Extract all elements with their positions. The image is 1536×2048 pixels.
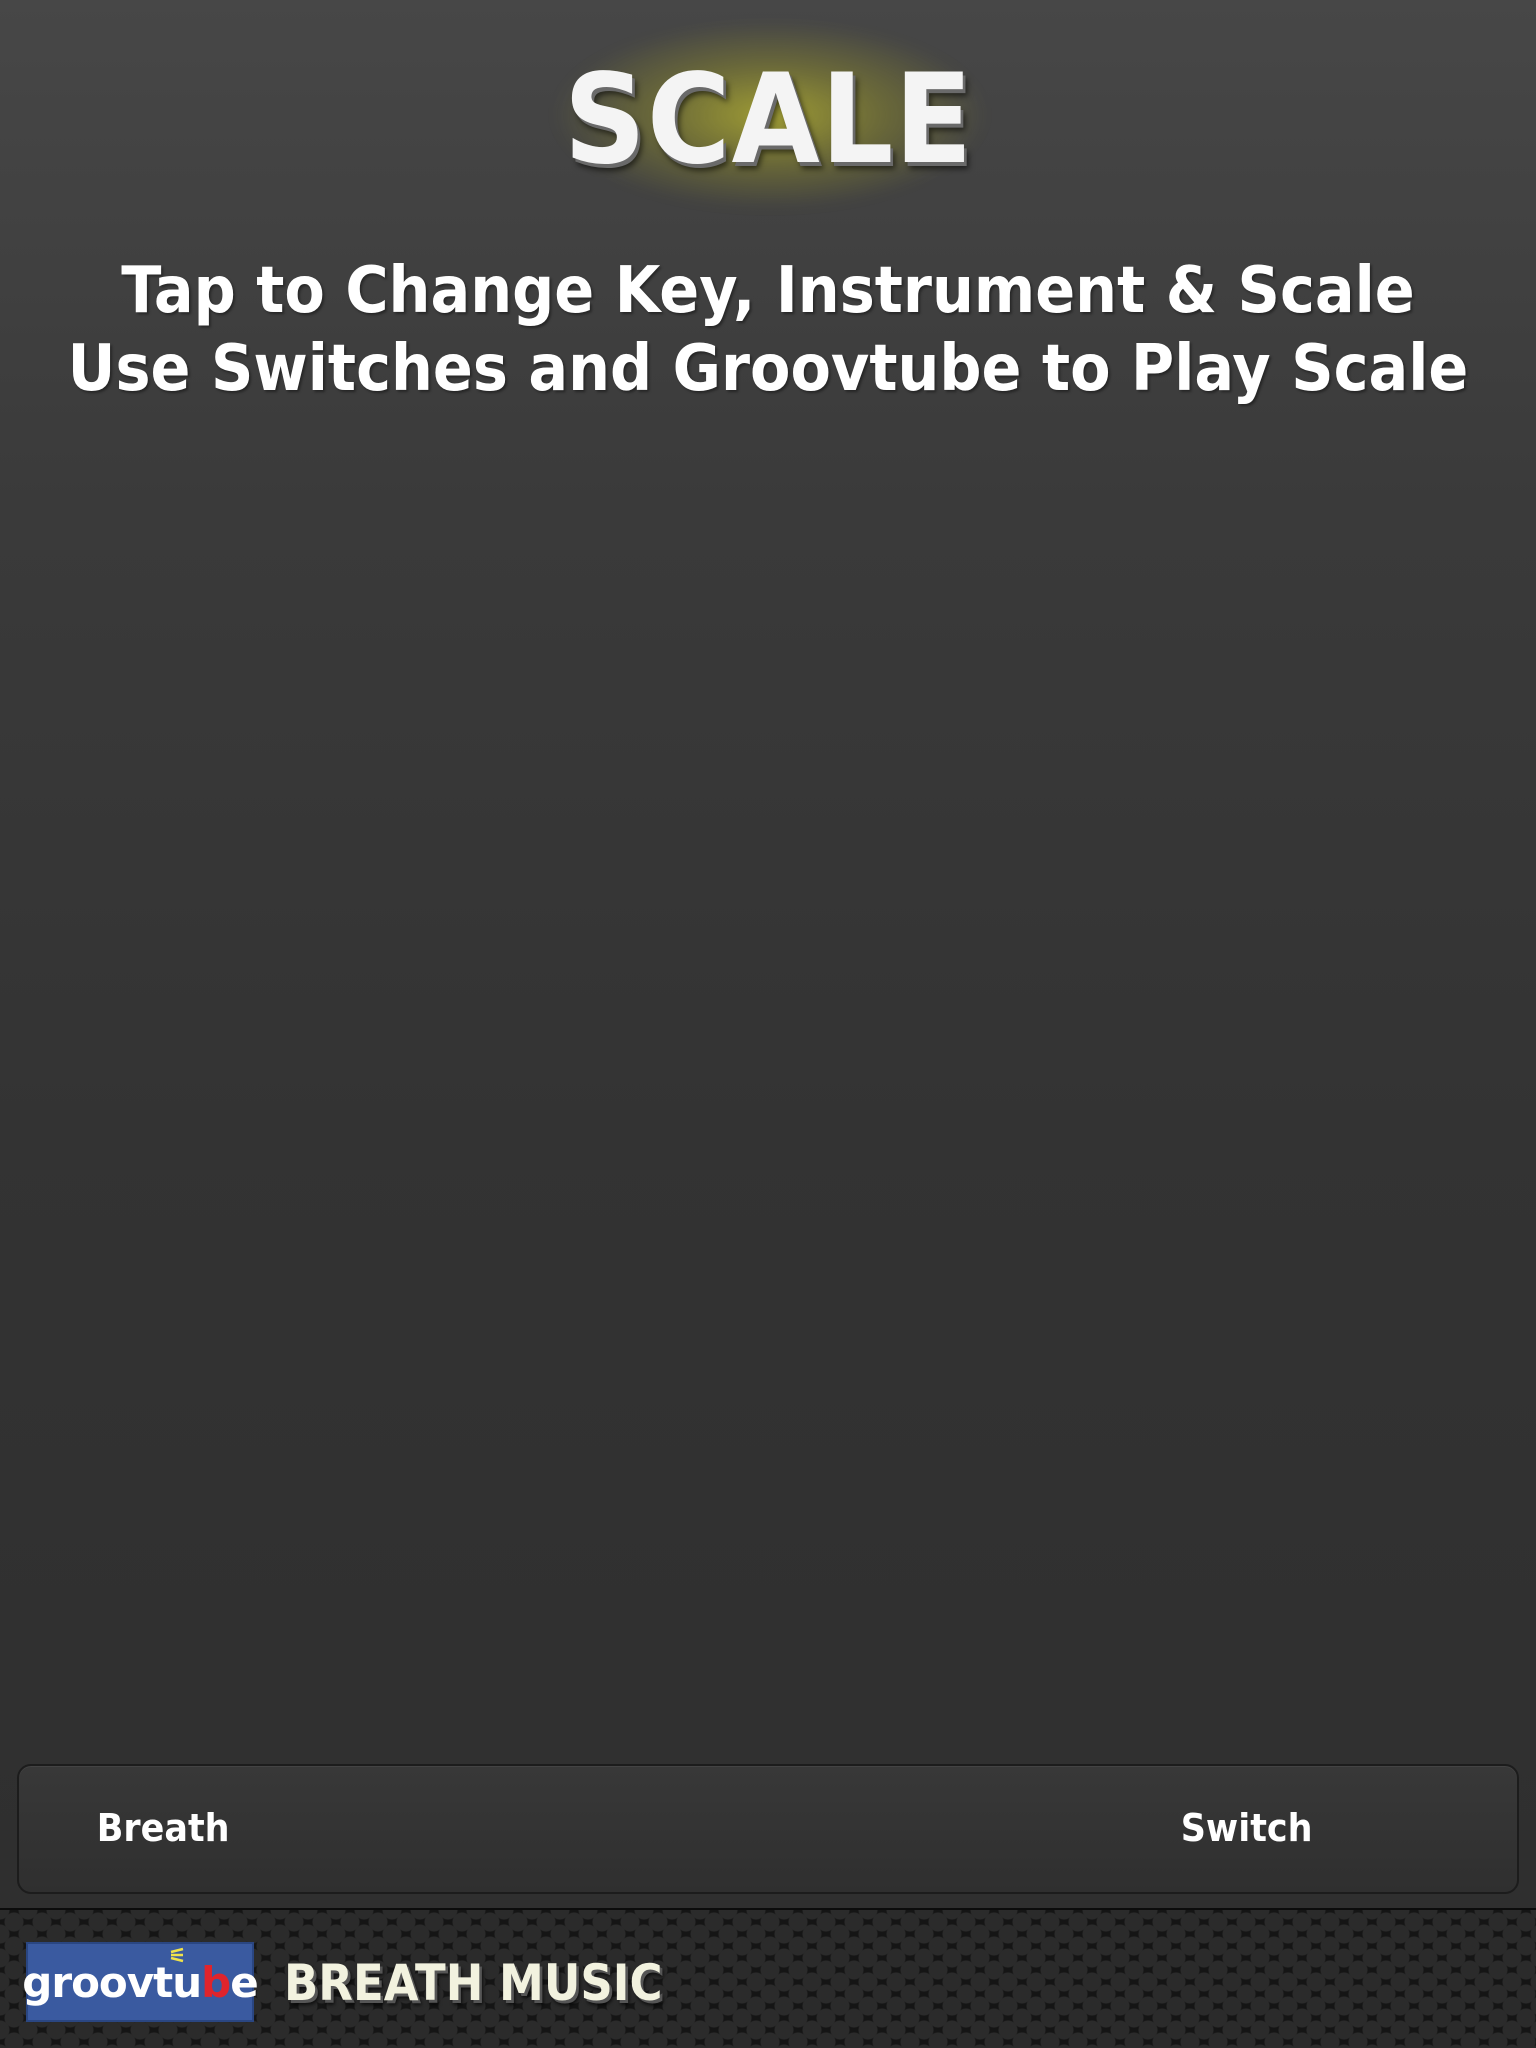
title-area: SCALE	[0, 40, 1536, 200]
switch-label: Switch	[1180, 1806, 1313, 1850]
logo-text: groovtube	[22, 1957, 258, 2007]
logo-text-suffix: e	[230, 1957, 258, 2007]
control-bar[interactable]: Breath Switch	[17, 1764, 1519, 1894]
groovtube-logo: groovtube	[22, 1942, 259, 2022]
instructions: Tap to Change Key, Instrument & Scale Us…	[0, 252, 1536, 408]
footer: groovtube BREATH MUSIC	[0, 1908, 1536, 2048]
breath-label: Breath	[96, 1806, 230, 1850]
instruction-line-1: Tap to Change Key, Instrument & Scale	[121, 254, 1415, 328]
breath-waves-icon	[170, 1947, 184, 1963]
brand-name: BREATH MUSIC	[284, 1954, 663, 2012]
instruction-line-2: Use Switches and Groovtube to Play Scale	[67, 332, 1469, 406]
page-title: SCALE	[563, 48, 973, 192]
logo-text-b: b	[201, 1957, 231, 2007]
